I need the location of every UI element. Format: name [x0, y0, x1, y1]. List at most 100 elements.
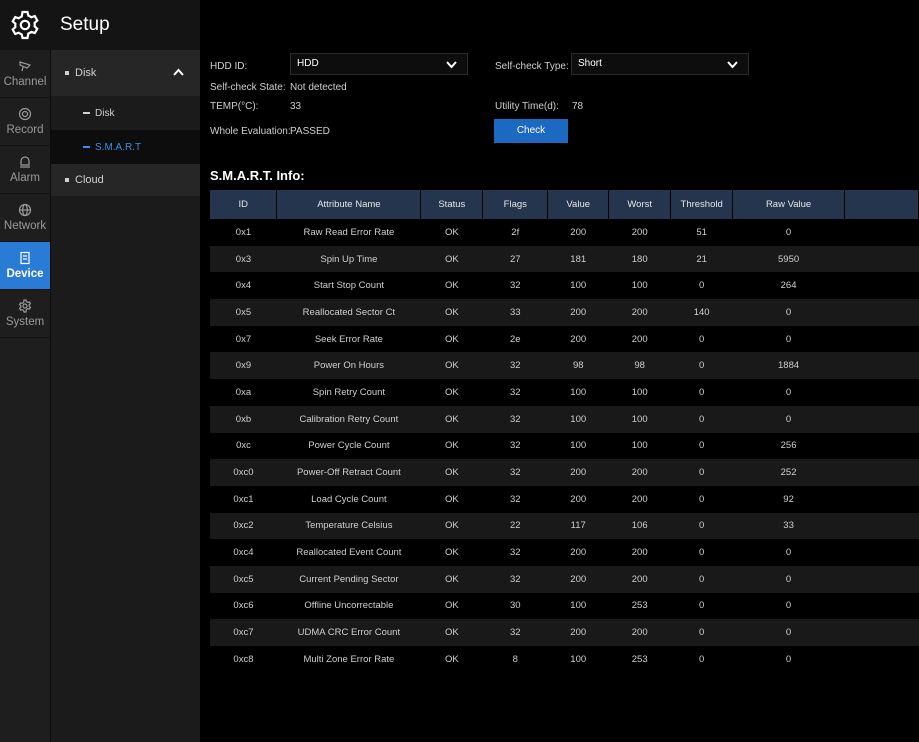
nav-record[interactable]: Record — [0, 98, 50, 146]
cell-id: 0xc6 — [210, 592, 277, 620]
column-header: Raw Value — [732, 190, 846, 219]
submenu-label: Cloud — [75, 174, 104, 186]
cell-worst: 100 — [608, 405, 671, 433]
cell-status: OK — [420, 512, 483, 540]
cell-worst: 200 — [608, 325, 671, 353]
cell-id: 0xc8 — [210, 646, 277, 673]
cell-raw-value: 0 — [732, 299, 845, 326]
cell-raw-value: 92 — [732, 485, 845, 513]
cell-value: 200 — [547, 619, 609, 646]
cell-id: 0xc1 — [210, 485, 277, 513]
table-row: 0xc6 Offline Uncorrectable OK 30 100 253 0 0 — [210, 592, 919, 620]
cell-value: 200 — [547, 565, 609, 593]
cell-flags: 27 — [482, 245, 548, 273]
cell-value: 200 — [547, 325, 609, 353]
cell-value: 100 — [547, 432, 609, 460]
cell-flags: 32 — [482, 405, 548, 433]
cell-empty — [844, 485, 919, 513]
cell-worst: 253 — [608, 646, 671, 673]
cell-status: OK — [420, 565, 483, 593]
cell-id: 0x5 — [210, 299, 277, 326]
submenu-item-disk[interactable]: Disk — [51, 96, 200, 130]
cell-worst: 106 — [608, 512, 671, 540]
column-header: ID — [210, 190, 278, 219]
cell-id: 0xc2 — [210, 512, 277, 540]
cell-worst: 100 — [608, 432, 671, 460]
camera-icon — [19, 61, 32, 72]
cell-attribute-name: Load Cycle Count — [276, 485, 421, 513]
nav-alarm[interactable]: Alarm — [0, 146, 50, 194]
smart-info-title: S.M.A.R.T. Info: — [210, 168, 305, 183]
table-row: 0x5 Reallocated Sector Ct OK 33 200 200 140 0 — [210, 299, 919, 326]
cell-value: 181 — [547, 245, 609, 273]
record-icon — [18, 107, 32, 121]
cell-flags: 32 — [482, 459, 548, 486]
cell-empty — [844, 646, 919, 673]
chevron-down-icon — [446, 61, 457, 69]
cell-empty — [844, 352, 919, 380]
column-header: Worst — [608, 190, 672, 219]
cell-empty — [844, 432, 919, 460]
cell-threshold: 0 — [670, 379, 733, 406]
header-bar: Setup — [0, 0, 200, 50]
cell-threshold: 0 — [670, 405, 733, 433]
cell-worst: 100 — [608, 379, 671, 406]
cell-worst: 180 — [608, 245, 671, 273]
cell-id: 0x4 — [210, 272, 277, 300]
nav-device[interactable]: Device — [0, 242, 50, 290]
submenu-item-smart[interactable]: S.M.A.R.T — [51, 130, 200, 164]
settings-gear-icon — [0, 0, 50, 50]
whole-evaluation-value: PASSED — [290, 126, 330, 137]
cell-attribute-name: Power-Off Retract Count — [276, 459, 421, 486]
self-check-type-select[interactable]: Short — [571, 53, 749, 75]
nav-system[interactable]: System — [0, 290, 50, 338]
nav-channel[interactable]: Channel — [0, 50, 50, 98]
table-row: 0xc5 Current Pending Sector OK 32 200 200 0 0 — [210, 565, 919, 593]
device-icon — [20, 251, 30, 265]
smart-panel: HDD ID: HDD Self-check Type: Short Self-… — [200, 0, 919, 742]
cell-flags: 32 — [482, 352, 548, 380]
cell-flags: 32 — [482, 379, 548, 406]
cell-threshold: 51 — [670, 219, 733, 246]
cell-threshold: 0 — [670, 485, 733, 513]
submenu-label: S.M.A.R.T — [95, 141, 142, 153]
hdd-id-select[interactable]: HDD — [290, 53, 468, 75]
cell-raw-value: 0 — [732, 219, 845, 246]
nav-network[interactable]: Network — [0, 194, 50, 242]
cell-status: OK — [420, 245, 483, 273]
cell-value: 100 — [547, 646, 609, 673]
cell-worst: 200 — [608, 459, 671, 486]
globe-icon — [18, 203, 32, 217]
dash-icon — [83, 146, 90, 148]
cell-flags: 32 — [482, 272, 548, 300]
cell-empty — [844, 619, 919, 646]
cell-threshold: 0 — [670, 539, 733, 566]
submenu-disk-group[interactable]: Disk — [51, 50, 200, 96]
cell-empty — [844, 272, 919, 300]
cell-raw-value: 1884 — [732, 352, 845, 380]
cell-status: OK — [420, 539, 483, 566]
cell-raw-value: 0 — [732, 565, 845, 593]
cell-value: 200 — [547, 485, 609, 513]
submenu-cloud-group[interactable]: Cloud — [51, 164, 200, 196]
cell-status: OK — [420, 379, 483, 406]
hdd-id-label: HDD ID: — [210, 61, 248, 72]
submenu-label: Disk — [95, 107, 115, 119]
cell-worst: 200 — [608, 485, 671, 513]
cell-worst: 200 — [608, 219, 671, 246]
cell-empty — [844, 405, 919, 433]
cell-worst: 253 — [608, 592, 671, 620]
cell-flags: 2f — [482, 219, 548, 246]
cell-id: 0x7 — [210, 325, 277, 353]
cell-flags: 32 — [482, 432, 548, 460]
cell-threshold: 140 — [670, 299, 733, 326]
cell-worst: 98 — [608, 352, 671, 380]
cell-flags: 32 — [482, 565, 548, 593]
cell-attribute-name: Spin Retry Count — [276, 379, 421, 406]
cell-worst: 200 — [608, 619, 671, 646]
cell-attribute-name: Current Pending Sector — [276, 565, 421, 593]
cell-worst: 200 — [608, 539, 671, 566]
submenu-label: Disk — [75, 67, 97, 79]
check-button[interactable]: Check — [494, 119, 568, 143]
page-title: Setup — [60, 14, 110, 35]
